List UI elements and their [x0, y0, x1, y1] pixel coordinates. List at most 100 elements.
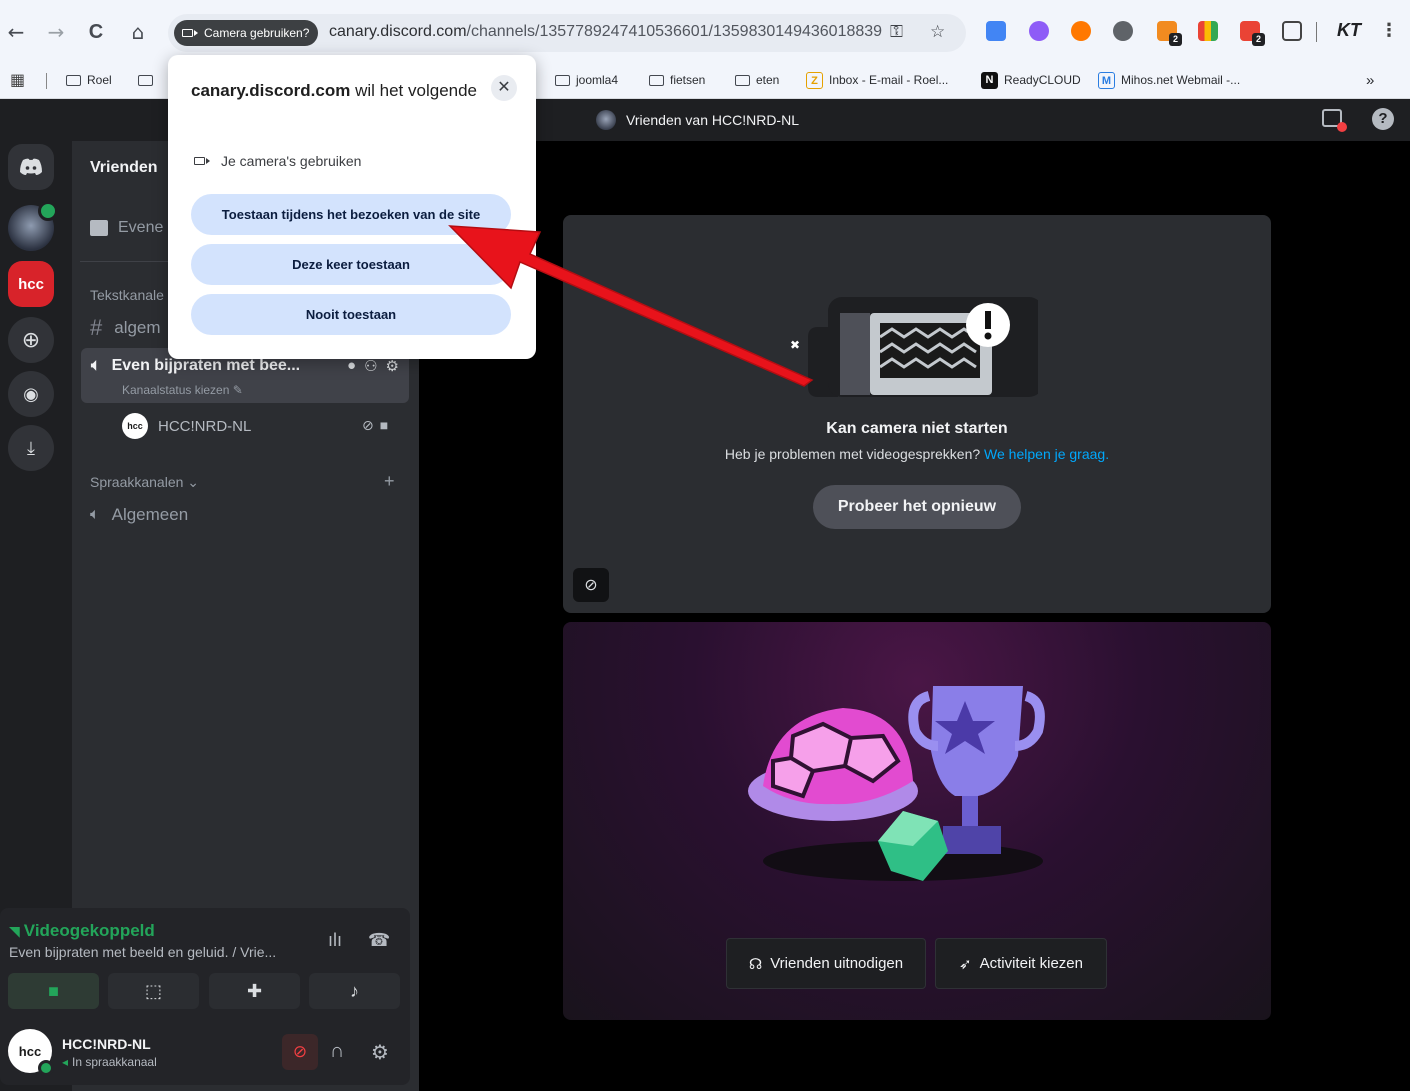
- bookmark-label: Roel: [87, 73, 112, 87]
- bookmark-mihos-webmail[interactable]: M Mihos.net Webmail -...: [1098, 68, 1240, 92]
- bookmark-label: Inbox - E-mail - Roel...: [829, 73, 949, 87]
- retry-camera-button[interactable]: Probeer het opnieuw: [813, 485, 1021, 529]
- camera-permission-chip[interactable]: Camera gebruiken?: [174, 20, 319, 46]
- bookmark-folder-joomla4[interactable]: joomla4: [555, 68, 618, 92]
- choose-activity-button[interactable]: ➶ Activiteit kiezen: [935, 938, 1107, 989]
- profile-button[interactable]: KT: [1337, 20, 1361, 41]
- screen-share-icon: ⬚: [144, 980, 162, 1001]
- never-allow-button[interactable]: Nooit toestaan: [191, 294, 511, 335]
- apps-grid-icon[interactable]: ▦: [10, 68, 25, 92]
- server-hcc-icon[interactable]: hcc: [8, 261, 54, 307]
- home-button[interactable]: ⌂: [126, 20, 150, 44]
- user-status: ◂ In spraakkanaal: [62, 1055, 157, 1069]
- puzzle-gear-extension-icon[interactable]: [1029, 21, 1049, 41]
- orange-extension-icon[interactable]: 2: [1157, 21, 1182, 46]
- soundboard-button[interactable]: ♪: [309, 973, 400, 1009]
- channel-settings-gear-icon[interactable]: ⚙: [386, 357, 399, 375]
- voice-member-name: HCC!NRD-NL: [158, 417, 252, 435]
- avast-extension-icon[interactable]: [1071, 21, 1091, 41]
- voice-channel-label: Algemeen: [111, 505, 189, 524]
- help-icon[interactable]: ?: [1372, 108, 1394, 130]
- voice-member-item[interactable]: hcc HCC!NRD-NL: [122, 413, 251, 439]
- invite-person-icon: ☊: [748, 955, 763, 973]
- back-button[interactable]: ←: [4, 20, 28, 44]
- camera-toggle-button[interactable]: ■: [8, 973, 99, 1009]
- mic-muted-icon: ⊘: [362, 417, 374, 433]
- video-camera-icon: ■: [379, 417, 389, 433]
- text-channels-category[interactable]: Tekstkanale: [90, 287, 164, 303]
- url-path: /channels/1357789247410536601/1359830149…: [466, 23, 883, 40]
- add-server-icon[interactable]: ⊕: [8, 317, 54, 363]
- camera-icon: [182, 29, 198, 37]
- headphones-icon[interactable]: ∩: [330, 1040, 344, 1063]
- screen-share-button[interactable]: ⬚: [108, 973, 199, 1009]
- folder-icon: [735, 74, 750, 86]
- url-text[interactable]: canary.discord.com/channels/135778924741…: [329, 23, 882, 41]
- events-item[interactable]: Evene: [90, 219, 163, 237]
- red-extension-icon[interactable]: 2: [1240, 21, 1265, 46]
- allow-this-time-button[interactable]: Deze keer toestaan: [191, 244, 511, 285]
- toolbar-divider: [1316, 22, 1317, 42]
- trophy-turtle-illustration: [748, 686, 1045, 881]
- mic-muted-button[interactable]: ⊘: [282, 1034, 318, 1070]
- noise-suppression-icon[interactable]: ılı: [328, 930, 342, 951]
- close-icon[interactable]: ✕: [491, 75, 517, 101]
- address-bar[interactable]: Camera gebruiken? canary.discord.com/cha…: [168, 14, 966, 52]
- more-bookmarks-button[interactable]: »: [1366, 68, 1374, 92]
- tile-mic-muted-icon: ⊘: [573, 568, 609, 602]
- invite-activity-tile: ☊ Vrienden uitnodigen ➶ Activiteit kieze…: [563, 622, 1271, 1020]
- camera-error-subtitle: Heb je problemen met videogesprekken? We…: [563, 446, 1271, 462]
- avatar: hcc: [122, 413, 148, 439]
- extension-badge: 2: [1252, 33, 1265, 46]
- camera-error-tile: ✖ Kan camera niet starten Heb je problem…: [563, 215, 1271, 613]
- signal-icon: ◥: [9, 922, 20, 939]
- activities-button[interactable]: ✚: [209, 973, 300, 1009]
- channel-status-link[interactable]: Kanaalstatus kiezen ✎: [122, 383, 243, 397]
- bookmark-readycloud[interactable]: N ReadyCLOUD: [981, 68, 1081, 92]
- user-avatar-logo-text: hcc: [18, 1043, 42, 1059]
- add-voice-channel-button[interactable]: +: [384, 471, 395, 492]
- voice-channels-category[interactable]: Spraakkanalen ⌄: [90, 474, 199, 491]
- text-channel-algemeen[interactable]: # algem: [90, 315, 161, 341]
- bookmark-folder-roel[interactable]: Roel: [66, 68, 112, 92]
- allow-while-visiting-button[interactable]: Toestaan tijdens het bezoeken van de sit…: [191, 194, 511, 235]
- bookmark-folder-eten[interactable]: eten: [735, 68, 779, 92]
- rocket-icon: ➶: [959, 955, 972, 973]
- permission-row: Je camera's gebruiken: [194, 153, 361, 169]
- recycle-extension-icon[interactable]: [1113, 21, 1133, 41]
- server-name-header[interactable]: Vrienden: [90, 159, 158, 177]
- bookmark-star-icon[interactable]: ☆: [930, 22, 945, 42]
- voice-category-label: Spraakkanalen: [90, 474, 184, 490]
- extensions-puzzle-icon[interactable]: [1282, 21, 1302, 41]
- bookmark-folder-hidden[interactable]: [138, 68, 153, 92]
- server-icon: [596, 110, 616, 130]
- help-link[interactable]: We helpen je graag.: [984, 446, 1109, 462]
- chat-bubble-icon[interactable]: ●: [347, 357, 356, 375]
- download-apps-icon[interactable]: ⤓: [8, 425, 54, 471]
- bookmark-label: joomla4: [576, 73, 619, 87]
- invite-friends-button[interactable]: ☊ Vrienden uitnodigen: [726, 938, 926, 989]
- bookmark-folder-fietsen[interactable]: fietsen: [649, 68, 705, 92]
- browser-menu-button[interactable]: ⋮: [1380, 20, 1398, 41]
- disconnect-phone-icon[interactable]: ☎: [368, 930, 390, 951]
- user-name[interactable]: HCC!NRD-NL: [62, 1036, 151, 1052]
- permission-chip-label: Camera gebruiken?: [204, 26, 310, 40]
- server-vrienden-icon[interactable]: [8, 201, 58, 251]
- bookmark-inbox[interactable]: Z Inbox - E-mail - Roel...: [806, 68, 948, 92]
- password-key-icon[interactable]: ⚿: [890, 22, 903, 42]
- explore-compass-icon[interactable]: ◉: [8, 371, 54, 417]
- bookmark-label: fietsen: [670, 73, 706, 87]
- colorgrid-extension-icon[interactable]: [1198, 21, 1218, 41]
- inbox-icon[interactable]: [1322, 109, 1347, 132]
- discord-home-icon[interactable]: [8, 144, 54, 190]
- voice-channel-algemeen[interactable]: 🔈︎ Algemeen: [90, 505, 188, 525]
- popup-title-rest: wil het volgende: [355, 81, 478, 100]
- user-settings-gear-icon[interactable]: ⚙: [371, 1040, 389, 1065]
- invite-member-icon[interactable]: ⚇: [364, 357, 377, 375]
- voice-status-channel[interactable]: Even bijpraten met beeld en geluid. / Vr…: [9, 944, 276, 960]
- forward-button[interactable]: →: [44, 20, 68, 44]
- translate-extension-icon[interactable]: [986, 21, 1006, 41]
- hash-icon: #: [90, 315, 103, 340]
- folder-icon: [555, 74, 570, 86]
- reload-button[interactable]: C: [84, 20, 108, 44]
